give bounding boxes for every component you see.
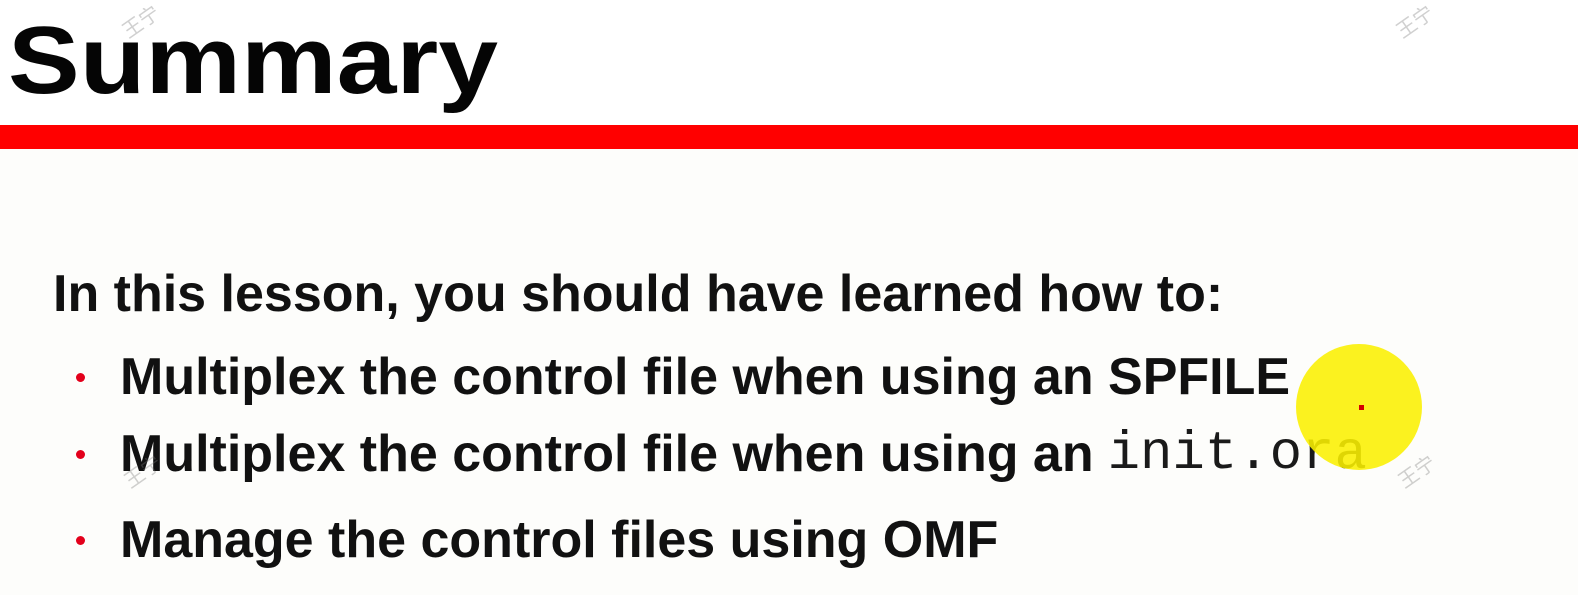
slide-title: Summary — [8, 7, 499, 114]
bullet-item: Manage the control files using OMF — [76, 508, 998, 572]
bullet-dot-icon — [76, 535, 85, 545]
slide: Summary In this lesson, you should have … — [0, 0, 1578, 595]
pointer-dot — [1359, 405, 1364, 410]
bullet-dot-icon — [76, 372, 85, 382]
watermark: 王宁 — [1393, 450, 1441, 494]
bullet-item: Multiplex the control file when using an… — [76, 422, 1367, 486]
bullet-dot-icon — [76, 449, 85, 459]
bullet-item: Multiplex the control file when using an… — [76, 345, 1290, 409]
bullet-code: init.ora — [1107, 423, 1367, 485]
bullet-text: Manage the control files using OMF — [120, 511, 999, 569]
intro-text: In this lesson, you should have learned … — [53, 265, 1224, 323]
bullet-text: Multiplex the control file when using an… — [120, 348, 1291, 406]
title-rule — [0, 125, 1578, 149]
bullet-text: Multiplex the control file when using an — [120, 425, 1094, 483]
